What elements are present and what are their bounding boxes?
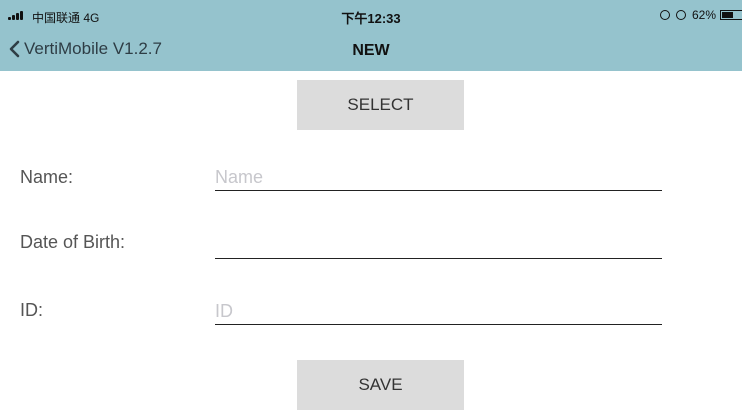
alarm-icon: [675, 10, 686, 20]
name-label: Name:: [20, 167, 74, 187]
status-time: 下午12:33: [341, 11, 401, 26]
id-label: ID:: [20, 300, 44, 320]
status-right-group: 62%: [659, 8, 742, 22]
name-field[interactable]: [215, 164, 662, 191]
status-bar: 中国联通 4G 下午12:33 62%: [0, 0, 742, 30]
battery-icon: [720, 10, 742, 20]
save-button[interactable]: SAVE: [297, 360, 464, 410]
select-button[interactable]: SELECT: [297, 80, 464, 130]
app-header: 中国联通 4G 下午12:33 62% VertiMobile V1.2.7 N…: [0, 0, 742, 71]
chevron-left-icon: [9, 40, 20, 58]
battery-percent: 62%: [691, 8, 716, 22]
back-button-label: VertiMobile V1.2.7: [24, 39, 162, 58]
id-field[interactable]: [215, 298, 662, 325]
date-of-birth-field[interactable]: [215, 232, 662, 259]
back-button[interactable]: VertiMobile V1.2.7: [8, 39, 162, 59]
date-of-birth-label: Date of Birth:: [20, 232, 126, 252]
screen-rotation-lock-icon: [659, 10, 670, 20]
navigation-bar: VertiMobile V1.2.7 NEW: [0, 30, 742, 71]
